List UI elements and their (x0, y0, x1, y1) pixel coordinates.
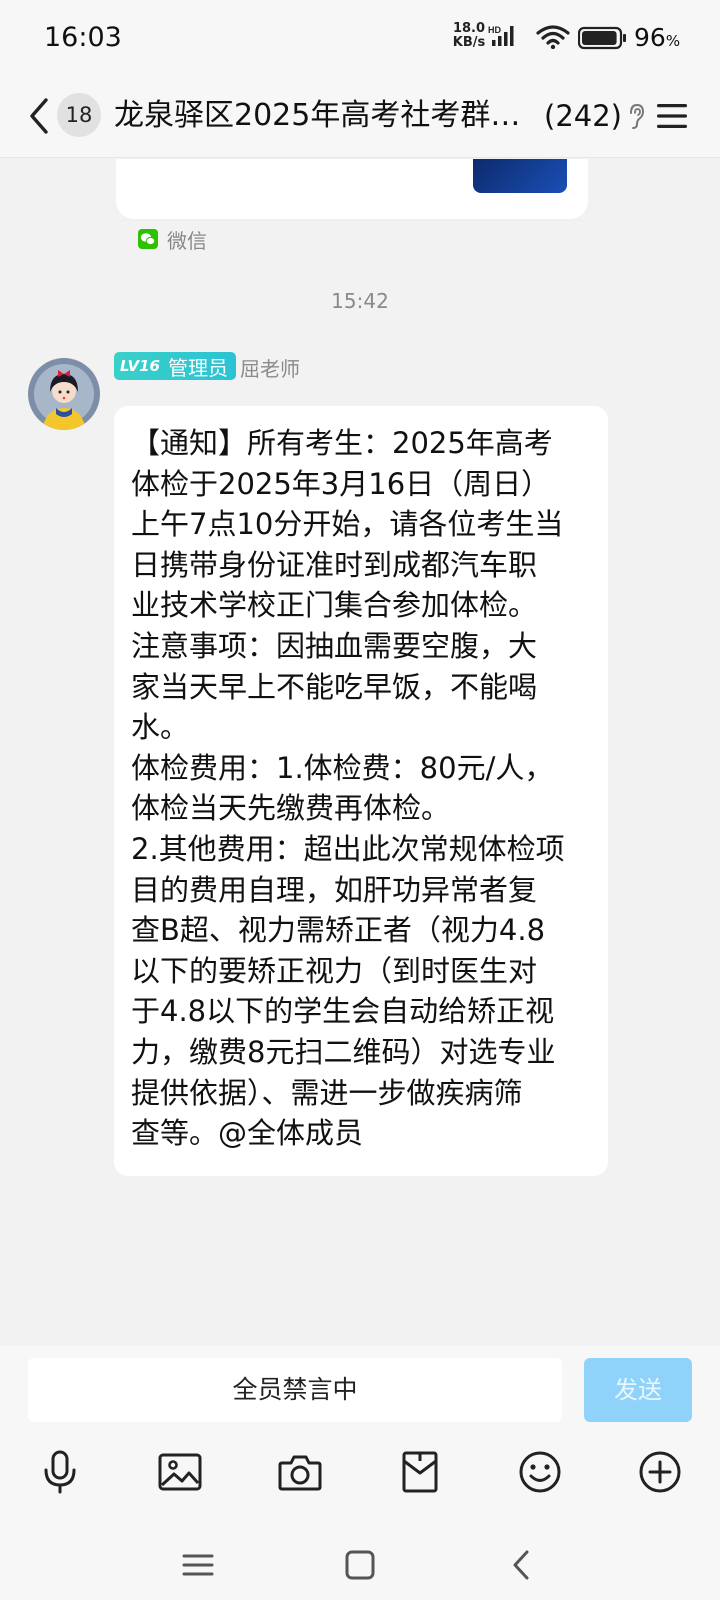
card-divider (116, 220, 588, 221)
ear-icon[interactable] (626, 102, 646, 136)
message-line: 水。 (131, 710, 190, 745)
muted-input-field[interactable]: 全员禁言中 (28, 1358, 562, 1422)
send-button[interactable]: 发送 (584, 1358, 692, 1422)
unread-count-badge[interactable]: 18 (57, 93, 101, 137)
message-line: 于4.8以下的学生会自动给矫正视 (131, 994, 555, 1029)
wechat-icon (138, 229, 158, 253)
chat-header: 18 龙泉驿区2025年高考社考群… (242) (0, 76, 720, 158)
signal-icon: HD (488, 24, 518, 52)
message-line: 2.其他费用：超出此次常规体检项 (131, 831, 565, 866)
status-bar: 16:03 18.0 KB/s HD 96% (0, 0, 720, 76)
input-bar: 全员禁言中 发送 (0, 1346, 720, 1426)
chevron-left-icon (30, 98, 48, 134)
message-timestamp: 15:42 (331, 289, 389, 313)
member-count[interactable]: (242) (544, 94, 622, 138)
camera-icon[interactable] (276, 1448, 324, 1496)
back-button[interactable] (24, 94, 54, 138)
message-line: 上午7点10分开始，请各位考生当 (131, 507, 564, 542)
role-label: 管理员 (167, 355, 228, 380)
message-line: 体检费用：1.体检费：80元/人， (131, 750, 554, 785)
microphone-icon[interactable] (36, 1448, 84, 1496)
back-nav-icon[interactable] (505, 1548, 539, 1582)
plus-icon[interactable] (636, 1448, 684, 1496)
status-time: 16:03 (44, 22, 122, 53)
message-line: 日携带身份证准时到成都汽车职 (131, 547, 538, 582)
message-line: 【通知】所有考生：2025年高考 (131, 426, 553, 460)
sender-avatar[interactable] (28, 358, 100, 430)
recent-apps-icon[interactable] (181, 1548, 215, 1582)
chat-message-list[interactable]: 微信 15:42 LV16 管理员 屈老师 【通知】所有考生：2025年高考 体… (0, 159, 720, 1346)
emoji-icon[interactable] (516, 1448, 564, 1496)
message-bubble[interactable]: 【通知】所有考生：2025年高考 体检于2025年3月16日（周日） 上午7点1… (114, 406, 608, 1176)
message-line: 家当天早上不能吃早饭，不能喝 (131, 669, 538, 704)
menu-icon[interactable] (656, 102, 688, 134)
message-line: 体检当天先缴费再体检。 (131, 791, 451, 826)
level-badge: LV16 管理员 (114, 352, 236, 380)
message-line: 查B超、视力需矫正者（视力4.8 (131, 913, 546, 948)
message-line: 体检于2025年3月16日（周日） (131, 466, 551, 501)
system-navigation-bar (0, 1526, 720, 1600)
red-packet-icon[interactable] (396, 1448, 444, 1496)
message-line: 提供依据）、需进一步做疾病筛 (131, 1075, 523, 1110)
message-line: 目的费用自理，如肝功异常者复 (131, 872, 538, 907)
chat-title[interactable]: 龙泉驿区2025年高考社考群… (114, 94, 534, 138)
message-line: 注意事项：因抽血需要空腹，大 (131, 628, 538, 663)
shared-card-thumbnail (473, 159, 567, 193)
hd-label: HD (488, 25, 501, 35)
image-icon[interactable] (156, 1448, 204, 1496)
network-speed: 18.0 KB/s (452, 21, 486, 50)
level-label: LV16 (120, 357, 160, 375)
message-line: 业技术学校正门集合参加体检。 (131, 588, 538, 623)
message-line: 以下的要矫正视力（到时医生对 (131, 953, 538, 988)
card-source-label: 微信 (167, 229, 207, 253)
wifi-icon (536, 25, 570, 53)
home-icon[interactable] (343, 1548, 377, 1582)
sender-name[interactable]: 屈老师 (240, 353, 300, 382)
battery-icon (577, 26, 628, 54)
input-toolbar (0, 1426, 720, 1526)
battery-percent: 96% (634, 23, 681, 52)
message-line: 力，缴费8元扫二维码）对选专业 (131, 1034, 556, 1069)
message-line: 查等。@全体成员 (131, 1116, 364, 1151)
